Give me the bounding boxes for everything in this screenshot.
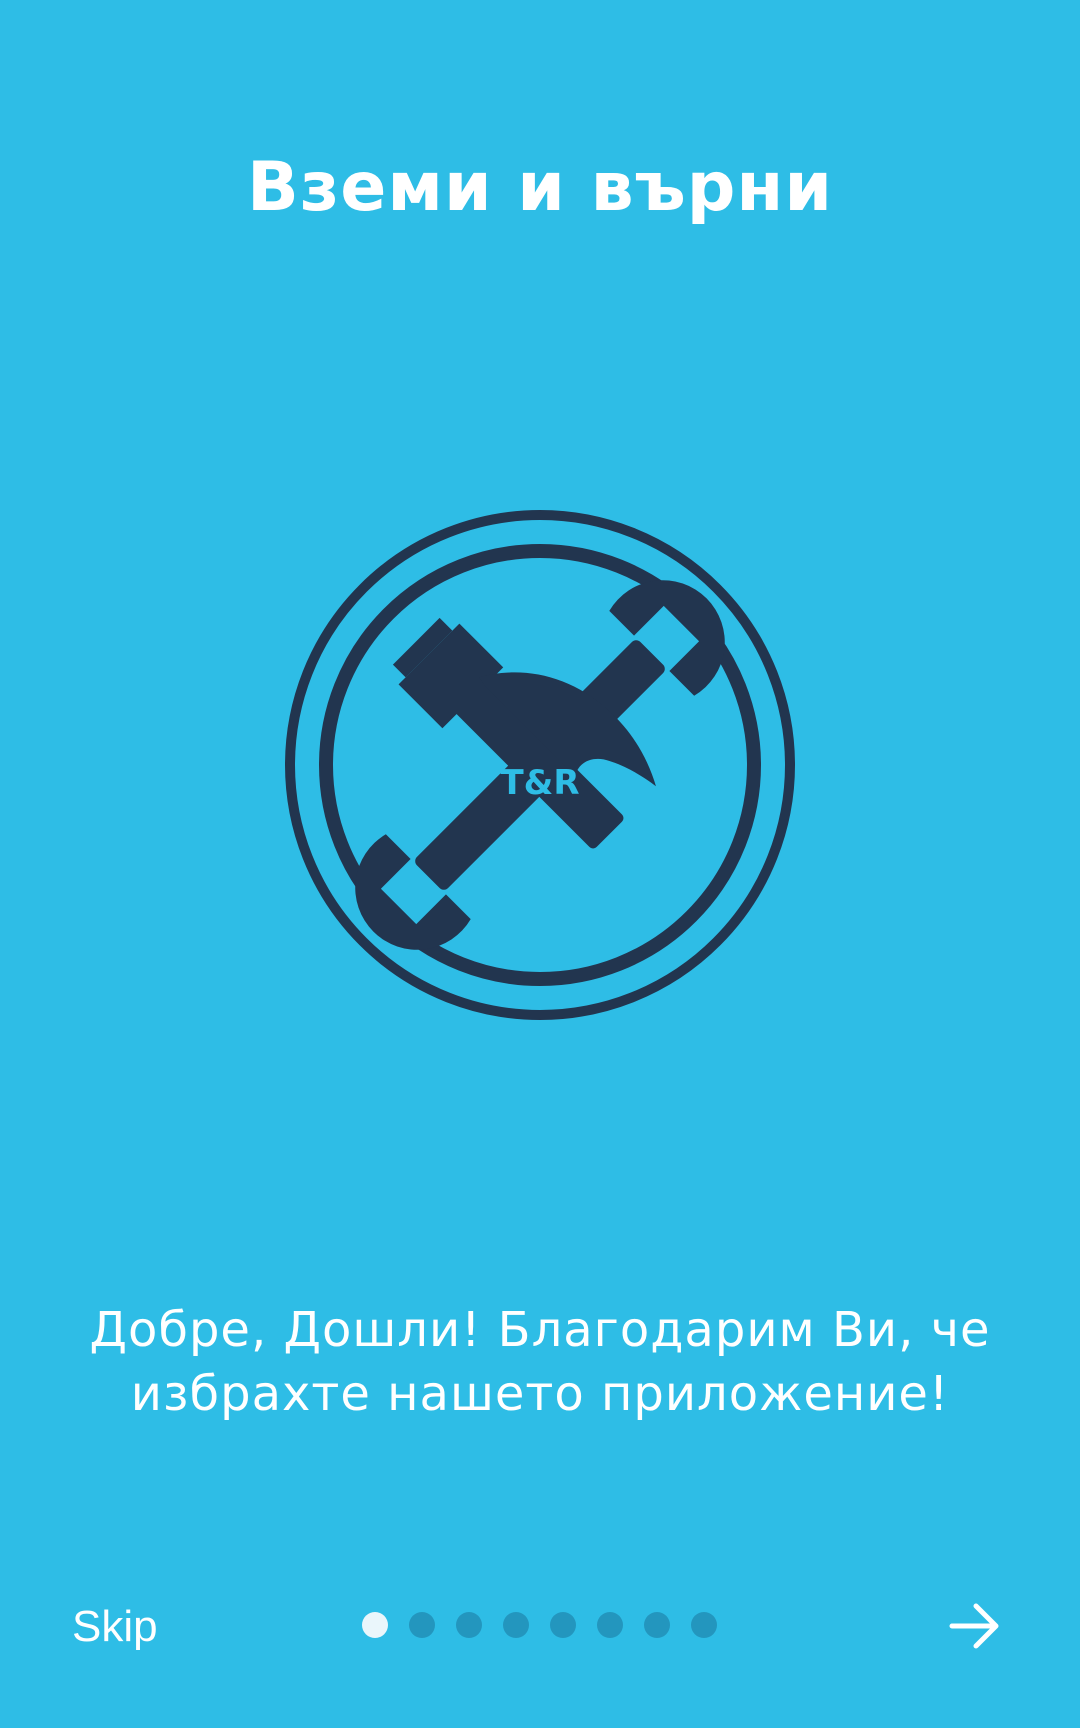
skip-button[interactable]: Skip: [72, 1602, 158, 1652]
page-dot: [550, 1612, 576, 1638]
page-dot: [644, 1612, 670, 1638]
page-dot: [597, 1612, 623, 1638]
onboarding-footer: Skip: [0, 1580, 1080, 1670]
page-dot-active: [362, 1612, 388, 1638]
page-dot: [456, 1612, 482, 1638]
page-dot: [503, 1612, 529, 1638]
app-logo: T&R: [285, 510, 795, 1020]
logo-monogram: T&R: [500, 763, 579, 803]
page-dot: [409, 1612, 435, 1638]
onboarding-screen: Вземи и върни T&R Добре, Дошли! Благодар…: [0, 0, 1080, 1728]
page-dot: [691, 1612, 717, 1638]
welcome-message: Добре, Дошли! Благодарим Ви, че избрахте…: [89, 1302, 991, 1422]
arrow-right-icon[interactable]: [946, 1598, 1006, 1654]
page-title: Вземи и върни: [246, 148, 834, 227]
page-indicator: [362, 1612, 717, 1638]
